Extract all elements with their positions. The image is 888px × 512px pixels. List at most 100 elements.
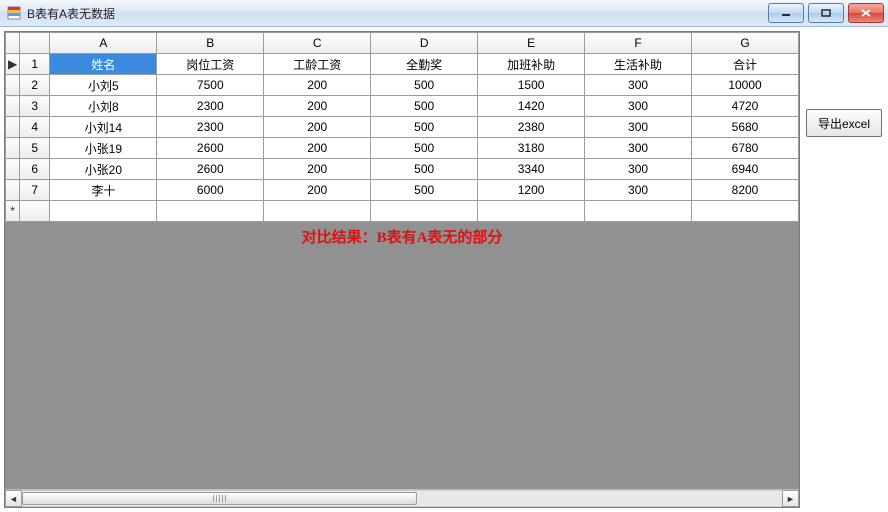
table-row[interactable]: 7李十600020050012003008200	[6, 180, 799, 201]
cell[interactable]: 2300	[157, 117, 264, 138]
column-header-E[interactable]: E	[478, 33, 585, 54]
cell[interactable]: 小张20	[50, 159, 157, 180]
column-header-G[interactable]: G	[692, 33, 799, 54]
app-window: B表有A表无数据 ABCDEFG▶1姓名岗位工资工龄工资全勤奖加班补助生活补助合…	[0, 0, 888, 512]
cell[interactable]: 生活补助	[585, 54, 692, 75]
cell[interactable]: 10000	[692, 75, 799, 96]
cell[interactable]: 200	[264, 117, 371, 138]
row-header[interactable]: 2	[20, 75, 50, 96]
cell[interactable]: 岗位工资	[157, 54, 264, 75]
grid-corner-2[interactable]	[20, 33, 50, 54]
row-header[interactable]: 7	[20, 180, 50, 201]
cell[interactable]: 2600	[157, 138, 264, 159]
cell[interactable]: 200	[264, 180, 371, 201]
row-header[interactable]: 3	[20, 96, 50, 117]
scroll-right-button[interactable]: ►	[782, 490, 799, 507]
data-grid-viewport[interactable]: ABCDEFG▶1姓名岗位工资工龄工资全勤奖加班补助生活补助合计2小刘57500…	[5, 32, 799, 489]
cell[interactable]	[692, 201, 799, 222]
export-excel-button[interactable]: 导出excel	[806, 109, 882, 137]
column-header-B[interactable]: B	[157, 33, 264, 54]
cell[interactable]: 500	[371, 138, 478, 159]
cell[interactable]: 5680	[692, 117, 799, 138]
cell[interactable]	[585, 201, 692, 222]
cell[interactable]: 300	[585, 96, 692, 117]
cell[interactable]: 300	[585, 180, 692, 201]
grid-corner[interactable]	[6, 33, 20, 54]
cell[interactable]: 小刘5	[50, 75, 157, 96]
column-header-D[interactable]: D	[371, 33, 478, 54]
table-row[interactable]: 5小张19260020050031803006780	[6, 138, 799, 159]
cell[interactable]: 小张19	[50, 138, 157, 159]
minimize-button[interactable]	[768, 3, 804, 23]
table-row[interactable]: 2小刘57500200500150030010000	[6, 75, 799, 96]
column-header-A[interactable]: A	[50, 33, 157, 54]
cell[interactable]: 300	[585, 138, 692, 159]
cell[interactable]: 200	[264, 96, 371, 117]
cell[interactable]: 2300	[157, 96, 264, 117]
cell[interactable]: 李十	[50, 180, 157, 201]
row-header[interactable]: 4	[20, 117, 50, 138]
cell[interactable]: 500	[371, 117, 478, 138]
cell[interactable]: 500	[371, 75, 478, 96]
cell[interactable]: 300	[585, 159, 692, 180]
maximize-button[interactable]	[808, 3, 844, 23]
cell[interactable]: 500	[371, 96, 478, 117]
row-header[interactable]: 6	[20, 159, 50, 180]
row-header[interactable]	[20, 201, 50, 222]
cell[interactable]: 工龄工资	[264, 54, 371, 75]
title-bar: B表有A表无数据	[0, 0, 888, 27]
cell[interactable]: 小刘14	[50, 117, 157, 138]
new-row[interactable]: *	[6, 201, 799, 222]
cell[interactable]	[50, 201, 157, 222]
table-row[interactable]: 3小刘8230020050014203004720	[6, 96, 799, 117]
cell[interactable]: 500	[371, 159, 478, 180]
window-title: B表有A表无数据	[27, 5, 768, 22]
scroll-track[interactable]	[22, 490, 782, 507]
cell[interactable]: 合计	[692, 54, 799, 75]
cell[interactable]: 6780	[692, 138, 799, 159]
table-row[interactable]: ▶1姓名岗位工资工龄工资全勤奖加班补助生活补助合计	[6, 54, 799, 75]
cell[interactable]	[478, 201, 585, 222]
cell[interactable]: 2600	[157, 159, 264, 180]
scroll-thumb[interactable]	[22, 492, 417, 505]
cell[interactable]: 6940	[692, 159, 799, 180]
side-panel: 导出excel	[806, 31, 884, 508]
row-indicator	[6, 96, 20, 117]
new-row-indicator: *	[6, 201, 20, 222]
cell[interactable]: 7500	[157, 75, 264, 96]
scroll-left-button[interactable]: ◄	[5, 490, 22, 507]
cell[interactable]: 200	[264, 159, 371, 180]
row-header[interactable]: 1	[20, 54, 50, 75]
close-button[interactable]	[848, 3, 884, 23]
cell[interactable]: 300	[585, 75, 692, 96]
cell[interactable]	[371, 201, 478, 222]
cell[interactable]: 1420	[478, 96, 585, 117]
row-indicator	[6, 180, 20, 201]
cell[interactable]	[264, 201, 371, 222]
horizontal-scrollbar[interactable]: ◄ ►	[5, 489, 799, 507]
cell[interactable]	[157, 201, 264, 222]
column-header-F[interactable]: F	[585, 33, 692, 54]
cell[interactable]: 200	[264, 75, 371, 96]
cell[interactable]: 500	[371, 180, 478, 201]
cell[interactable]: 加班补助	[478, 54, 585, 75]
data-grid[interactable]: ABCDEFG▶1姓名岗位工资工龄工资全勤奖加班补助生活补助合计2小刘57500…	[5, 32, 799, 222]
cell[interactable]: 200	[264, 138, 371, 159]
cell[interactable]: 3180	[478, 138, 585, 159]
app-icon	[6, 5, 22, 21]
cell[interactable]: 全勤奖	[371, 54, 478, 75]
cell[interactable]: 姓名	[50, 54, 157, 75]
cell[interactable]: 1200	[478, 180, 585, 201]
cell[interactable]: 1500	[478, 75, 585, 96]
cell[interactable]: 300	[585, 117, 692, 138]
table-row[interactable]: 6小张20260020050033403006940	[6, 159, 799, 180]
column-header-C[interactable]: C	[264, 33, 371, 54]
cell[interactable]: 2380	[478, 117, 585, 138]
cell[interactable]: 小刘8	[50, 96, 157, 117]
cell[interactable]: 8200	[692, 180, 799, 201]
row-header[interactable]: 5	[20, 138, 50, 159]
cell[interactable]: 4720	[692, 96, 799, 117]
table-row[interactable]: 4小刘14230020050023803005680	[6, 117, 799, 138]
cell[interactable]: 6000	[157, 180, 264, 201]
cell[interactable]: 3340	[478, 159, 585, 180]
